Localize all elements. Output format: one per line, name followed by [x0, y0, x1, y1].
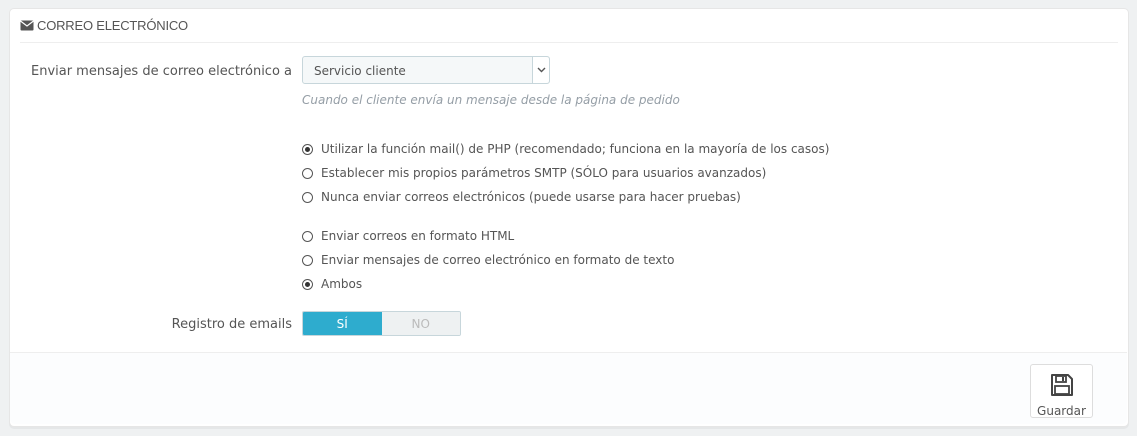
panel-footer: Guardar [10, 352, 1127, 424]
radio-label: Enviar correos en formato HTML [321, 229, 515, 243]
radio-mail-php[interactable]: Utilizar la función mail() de PHP (recom… [302, 142, 829, 156]
radio-label: Ambos [321, 277, 363, 291]
save-button-label: Guardar [1037, 404, 1086, 418]
switch-no-option[interactable]: NO [381, 312, 460, 335]
log-emails-label: Registro de emails [171, 317, 292, 332]
send-to-selected-value: Servicio cliente [314, 64, 406, 78]
floppy-disk-icon [1050, 365, 1074, 404]
radio-format-html[interactable]: Enviar correos en formato HTML [302, 229, 514, 243]
save-button[interactable]: Guardar [1030, 364, 1093, 418]
radio-button[interactable] [302, 254, 313, 266]
radio-format-text[interactable]: Enviar mensajes de correo electrónico en… [302, 253, 674, 267]
radio-format-both[interactable]: Ambos [302, 277, 362, 291]
radio-label: Utilizar la función mail() de PHP (recom… [321, 142, 830, 156]
send-to-select[interactable]: Servicio cliente [302, 56, 550, 84]
log-emails-switch[interactable]: SÍ NO [302, 311, 461, 336]
panel-heading: Correo electrónico [20, 18, 1118, 43]
switch-yes-option[interactable]: SÍ [303, 312, 382, 335]
panel-title: Correo electrónico [37, 18, 188, 33]
radio-label: Establecer mis propios parámetros SMTP (… [321, 166, 767, 180]
send-to-help-text: Cuando el cliente envía un mensaje desde… [302, 93, 680, 107]
radio-mail-smtp[interactable]: Establecer mis propios parámetros SMTP (… [302, 166, 766, 180]
envelope-icon [20, 18, 37, 34]
radio-label: Enviar mensajes de correo electrónico en… [321, 253, 675, 267]
radio-button[interactable] [302, 191, 313, 203]
radio-button[interactable] [302, 230, 313, 242]
send-to-label-visible: Enviar mensajes de correo electrónico a [30, 64, 292, 79]
radio-label: Nunca enviar correos electrónicos (puede… [321, 190, 741, 204]
radio-button-selected[interactable] [302, 143, 313, 155]
radio-button-selected[interactable] [302, 278, 313, 290]
chevron-down-icon[interactable] [532, 57, 549, 83]
radio-button[interactable] [302, 167, 313, 179]
radio-mail-never[interactable]: Nunca enviar correos electrónicos (puede… [302, 190, 741, 204]
